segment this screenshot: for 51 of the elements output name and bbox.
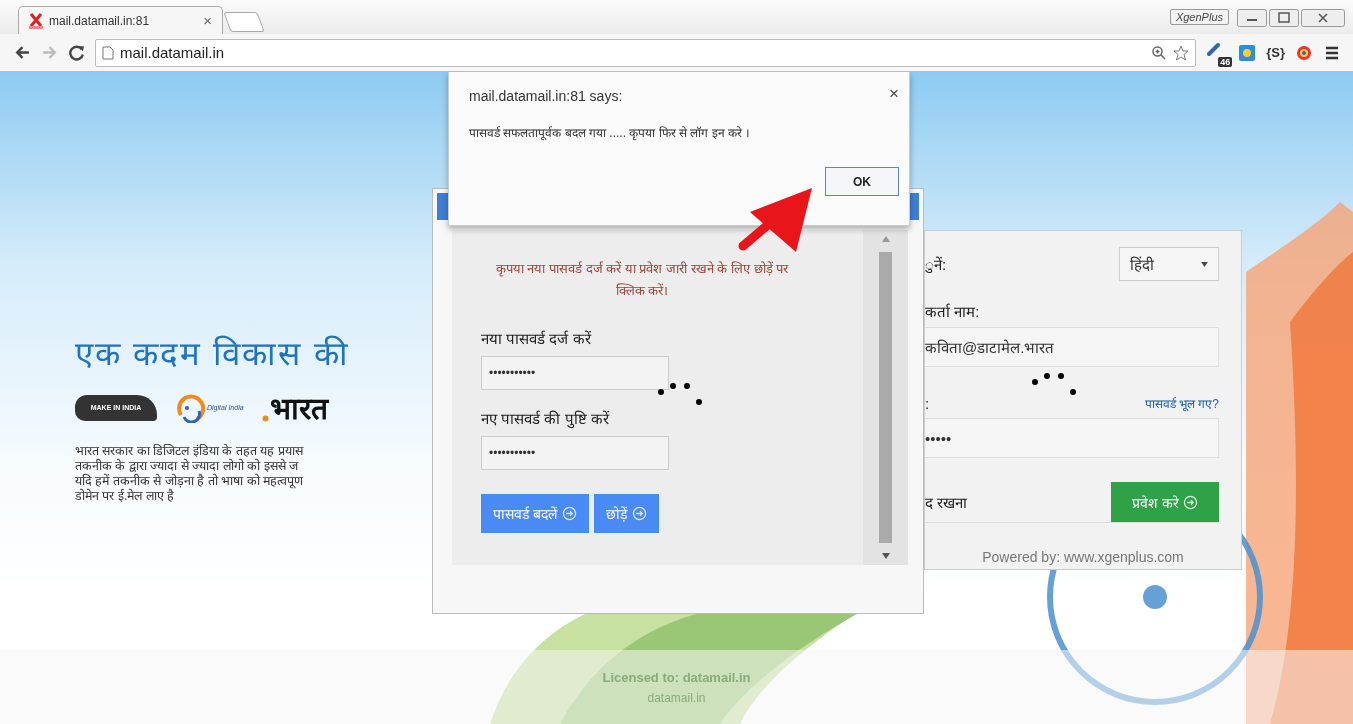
domain-text: datamail.in [647,690,706,705]
caret-icon [1201,261,1208,267]
license-text: Licensed to: datamail.in [602,669,751,685]
alert-message: पासवर्ड सफलतापूर्वक बदल गया ..... कृपया फिर से लॉग इन करे । [469,125,752,141]
username-label: कर्ता नाम: [925,302,981,321]
digital-india-logo-icon [175,392,205,423]
scroll-down-icon[interactable] [881,553,890,559]
field-label: नया पासवर्ड दर्ज करें [481,329,591,348]
hero-heading: एक कदम विकास की [75,334,351,374]
star-icon[interactable] [1173,44,1190,61]
arrow-circle-icon [561,506,577,521]
tab-title: mail.datamail.in:81 [49,13,151,28]
scroll-up-icon[interactable] [881,236,890,242]
arrow-circle-icon [1182,494,1198,510]
new-tab-button[interactable] [223,12,265,32]
ok-button[interactable]: OK [825,167,899,196]
arrow-circle-icon [631,506,647,521]
zoom-icon[interactable] [1151,44,1168,61]
forgot-password-link[interactable]: पासवर्ड भूल गए? [1144,395,1219,412]
back-arrow-icon[interactable] [14,44,31,61]
password-field[interactable]: ••••••••••• [481,356,669,390]
password-label: : [925,395,930,412]
address-bar[interactable]: mail.datamail.in [95,38,1197,67]
browser-tab[interactable]: mail.datamail.in:81 × [18,6,223,34]
alert-title: mail.datamail.in:81 says: [469,88,623,104]
extension-icon[interactable] [1295,43,1313,62]
extension-button[interactable]: {S} [1266,45,1285,60]
tab-close-button[interactable]: × [203,12,212,29]
powered-by-text: Powered by: www.xgenplus.com [981,549,1185,565]
password-field[interactable]: ••••• [925,418,1219,458]
maximize-icon[interactable] [1269,9,1299,27]
instruction-text: कृपया नया पासवर्ड दर्ज करें या प्रवेश जारी रखने के लिए छोड़ें पर क्लिक करें। [494,260,790,300]
dot-icon [261,415,269,422]
minimize-icon[interactable] [1237,9,1267,27]
close-button[interactable]: × [889,84,899,104]
bharat-logo-text: भारत [269,391,328,427]
username-field[interactable]: कविता@डाटामेल.भारत [925,327,1219,367]
extension-icon[interactable] [1238,43,1257,62]
language-label: ुनें: [925,255,947,274]
scrollbar[interactable] [863,230,908,565]
field-label: नए पासवर्ड की पुष्टि करें [481,409,609,428]
reload-icon[interactable] [68,44,85,61]
profile-button[interactable]: XgenPlus [1169,9,1229,25]
extension-badge: 46 [1218,56,1233,67]
language-select[interactable]: हिंदी [1119,247,1219,281]
page-icon [102,45,114,60]
site-favicon-icon [29,12,43,29]
hero-paragraph: भारत सरकार का डिजिटल इंडिया के तहत यह प्रयास तकनीक के द्वारा ज्यादा से ज्यादा लोगो को इससे ज यदि हमें तकनीक से जोड़ना है तो भाषा को महत्वपूण डोमेन पर ई.मेल लाए है [75,444,305,504]
remember-label: द रखना [925,493,968,512]
close-icon[interactable] [1301,9,1345,27]
password-field[interactable]: ••••••••••• [481,436,669,470]
